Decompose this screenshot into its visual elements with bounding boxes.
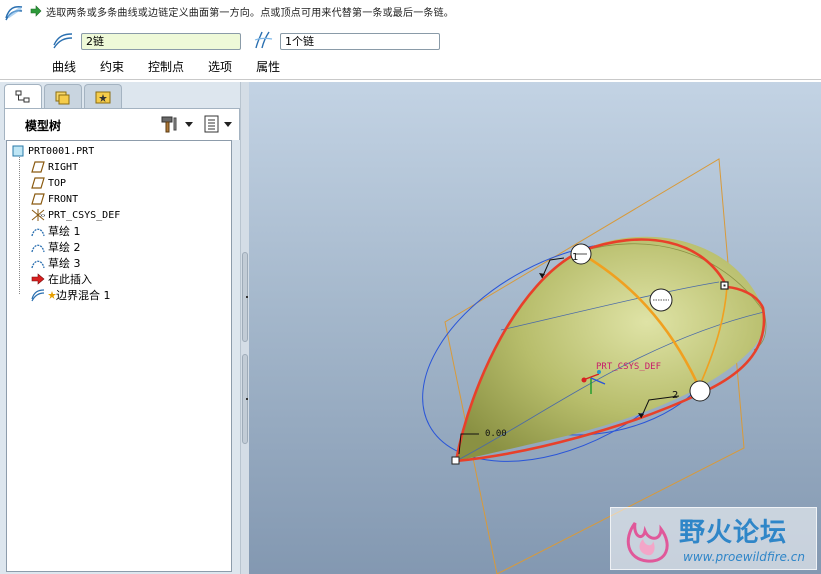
message-prompt: 选取两条或多条曲线或边链定义曲面第一方向。点或顶点可用来代替第一条或最后一条链。 [30, 3, 454, 19]
panel-splitter[interactable] [240, 82, 249, 574]
dashboard-tabs: 曲线 约束 控制点 选项 属性 [52, 58, 304, 75]
folder-icon [55, 91, 70, 104]
first-direction-collector[interactable]: 2链 [81, 33, 241, 50]
tree-item-sketch-1[interactable]: 草绘 1 [31, 223, 81, 239]
tab-control-points[interactable]: 控制点 [148, 58, 184, 75]
tree-item-csys[interactable]: xx PRT_CSYS_DEF [31, 207, 120, 223]
dimension-value[interactable]: 0.00 [485, 429, 507, 439]
model-tree-icon [15, 90, 30, 103]
part-icon [12, 145, 24, 157]
tree-guide-line [19, 154, 20, 294]
csys-icon: xx [31, 209, 45, 221]
chain-marker-2: 2 [672, 390, 678, 401]
boundary-blend-icon [5, 6, 23, 21]
splitter-grip-top[interactable] [242, 252, 248, 342]
model-tree-title: 模型树 [25, 119, 62, 133]
tree-item-top-plane[interactable]: TOP [31, 175, 66, 191]
model-scene[interactable]: 1 2 0.00 PRT_CSYS_DEF [249, 82, 821, 574]
drag-handle-2[interactable] [689, 380, 711, 402]
sketch-icon [31, 244, 45, 253]
list-icon [204, 115, 219, 133]
second-direction-collector[interactable]: 1个链 [280, 33, 440, 50]
tree-item-front-plane[interactable]: FRONT [31, 191, 78, 207]
tab-folder-browser[interactable] [44, 84, 82, 108]
splitter-grip-bottom[interactable] [242, 354, 248, 444]
tab-favorites[interactable] [84, 84, 122, 108]
watermark-title: 野火论坛 [679, 518, 788, 548]
sketch-icon [31, 228, 45, 237]
tree-item-sketch-2[interactable]: 草绘 2 [31, 239, 81, 255]
tree-item-boundary-blend[interactable]: 边界混合 1 [31, 287, 111, 303]
chevron-down-icon [224, 121, 232, 127]
insert-arrow-icon [31, 273, 45, 285]
prompt-arrow-icon [30, 5, 42, 17]
flame-logo-icon [626, 522, 669, 563]
second-direction-icon [254, 31, 273, 49]
tree-item-part[interactable]: PRT0001.PRT [11, 143, 94, 159]
watermark: 野火论坛 www.proewildfire.cn [610, 507, 817, 570]
boundary-blend-icon [31, 289, 45, 302]
prompt-text: 选取两条或多条曲线或边链定义曲面第一方向。点或顶点可用来代替第一条或最后一条链。 [46, 7, 454, 19]
datum-plane-icon [31, 161, 45, 173]
favorites-icon [95, 91, 111, 103]
start-point-marker[interactable] [451, 456, 460, 465]
tab-curves[interactable]: 曲线 [52, 58, 76, 75]
sketch-icon [31, 260, 45, 269]
dashboard: 选取两条或多条曲线或边链定义曲面第一方向。点或顶点可用来代替第一条或最后一条链。… [0, 0, 821, 80]
navigator-panel: 模型树 PRT0001.PRT RIGHT TOP FRONT xx PRT_C… [0, 82, 240, 574]
tab-model-tree[interactable] [4, 84, 42, 109]
tab-options[interactable]: 选项 [208, 58, 232, 75]
svg-text:xx: xx [40, 213, 45, 219]
datum-plane-icon [31, 177, 45, 189]
chevron-down-icon [185, 121, 193, 127]
tab-properties[interactable]: 属性 [256, 58, 280, 75]
datum-plane-icon [31, 193, 45, 205]
watermark-url: www.proewildfire.cn [683, 550, 805, 564]
model-tree: PRT0001.PRT RIGHT TOP FRONT xx PRT_CSYS_… [6, 140, 232, 572]
chain-marker-1: 1 [572, 252, 578, 263]
graphics-window[interactable]: 1 2 0.00 PRT_CSYS_DEF [249, 82, 821, 574]
tab-constraints[interactable]: 约束 [100, 58, 124, 75]
tree-show-button[interactable] [203, 114, 239, 134]
tree-item-sketch-3[interactable]: 草绘 3 [31, 255, 81, 271]
tree-item-insert-here[interactable]: 在此插入 [31, 271, 92, 287]
csys-label: PRT_CSYS_DEF [596, 362, 661, 372]
tree-item-right-plane[interactable]: RIGHT [31, 159, 78, 175]
navigator-tabs [4, 84, 122, 109]
hammer-icon [161, 116, 177, 133]
model-tree-header: 模型树 [4, 108, 240, 140]
active-feature-star-icon [48, 291, 56, 299]
tree-settings-button[interactable] [160, 114, 196, 134]
first-direction-icon [53, 33, 73, 49]
